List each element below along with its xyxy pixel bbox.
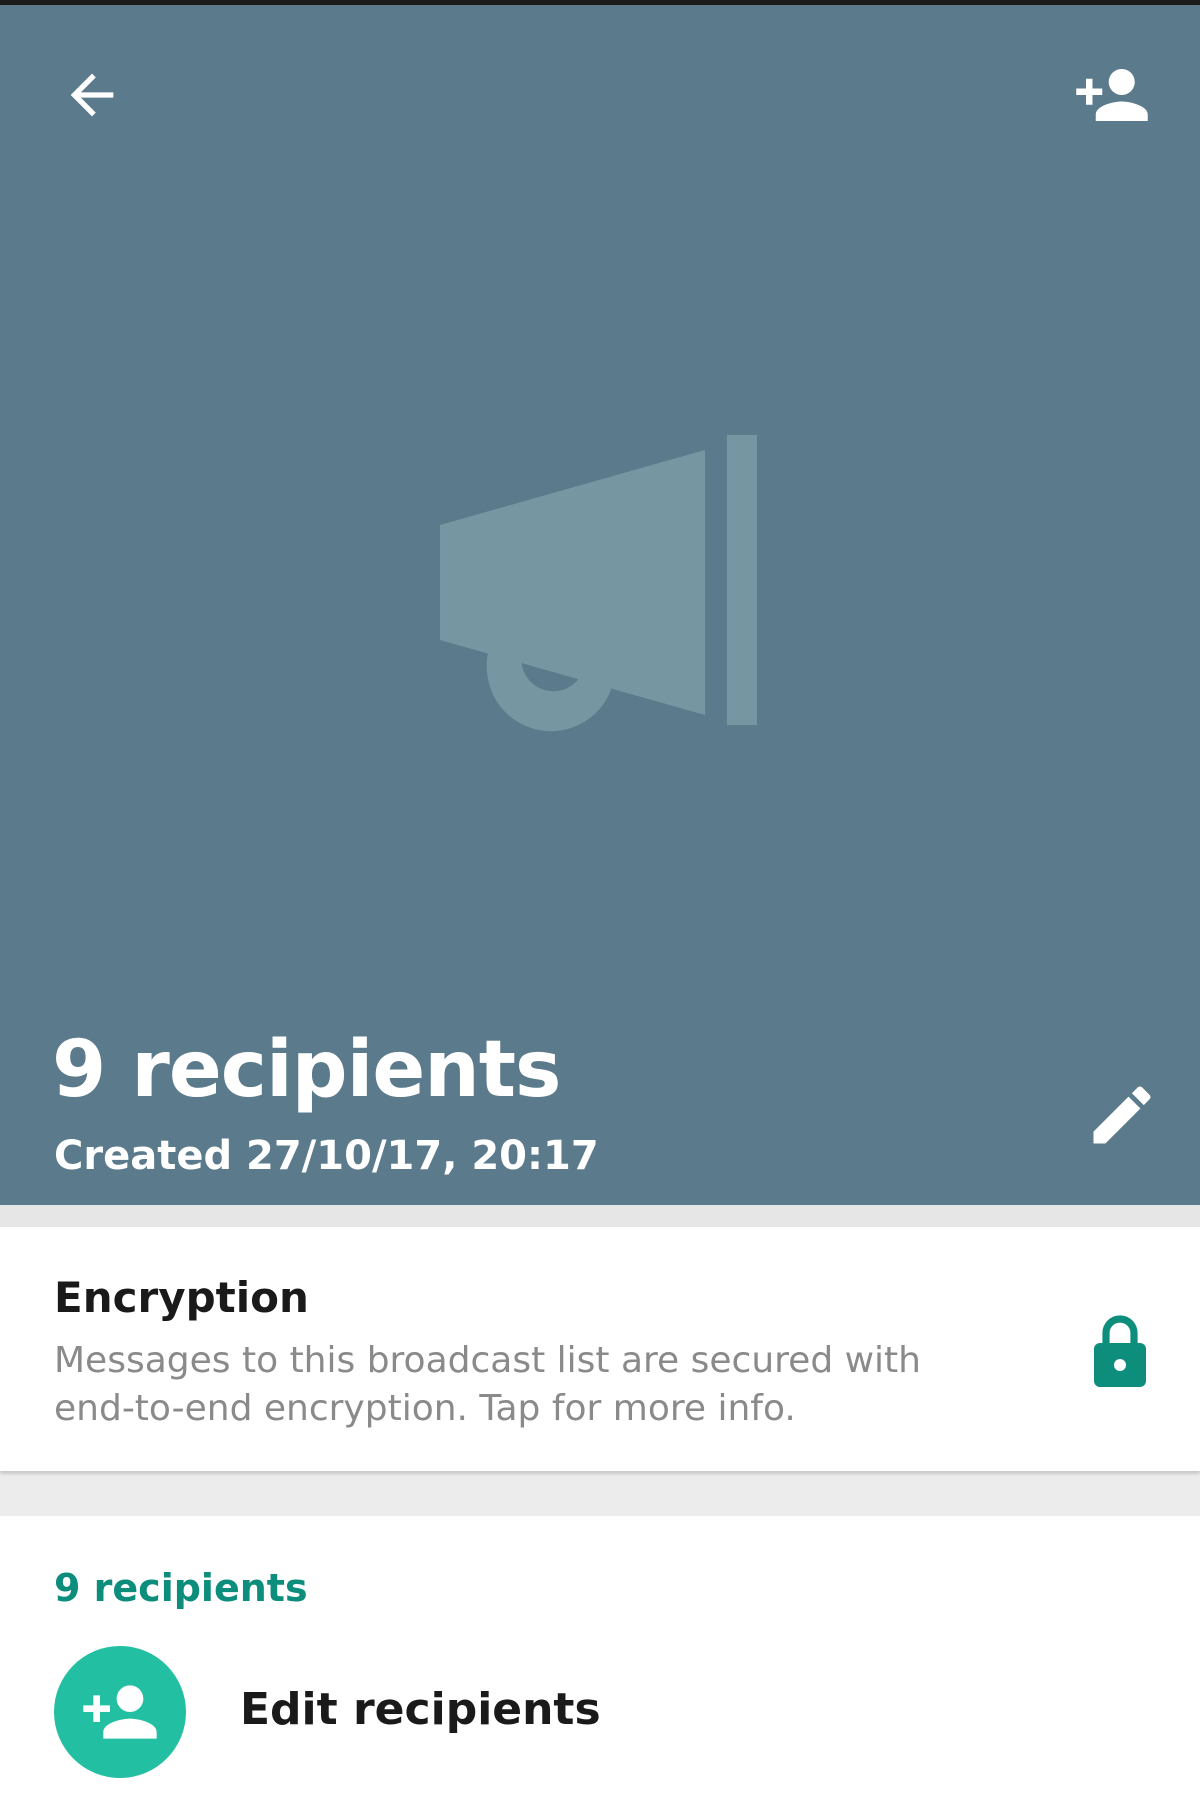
arrow-left-icon <box>70 73 114 117</box>
encryption-description: Messages to this broadcast list are secu… <box>54 1340 921 1429</box>
page-title: 9 recipients <box>52 1025 561 1115</box>
edit-recipients-label: Edit recipients <box>240 1684 601 1735</box>
add-recipient-button[interactable] <box>1064 47 1160 143</box>
megaphone-icon <box>440 435 757 732</box>
recipients-count-label: 9 recipients <box>54 1566 308 1610</box>
person-add-icon <box>83 1685 157 1739</box>
lock-icon <box>1094 1315 1146 1387</box>
back-button[interactable] <box>44 47 140 143</box>
edit-name-button[interactable] <box>1074 1067 1170 1163</box>
recipients-section: 9 recipients Edit recipients <box>0 1516 1200 1814</box>
avatar <box>54 1646 186 1778</box>
created-timestamp: Created 27/10/17, 20:17 <box>54 1133 599 1179</box>
broadcast-header: 9 recipients Created 27/10/17, 20:17 <box>0 5 1200 1205</box>
pencil-icon <box>1093 1086 1151 1144</box>
encryption-item[interactable]: Encryption Messages to this broadcast li… <box>0 1227 1200 1471</box>
edit-recipients-row[interactable]: Edit recipients <box>0 1646 1200 1796</box>
person-add-icon <box>1076 69 1148 121</box>
section-divider <box>0 1205 1200 1227</box>
encryption-title: Encryption <box>54 1273 309 1322</box>
